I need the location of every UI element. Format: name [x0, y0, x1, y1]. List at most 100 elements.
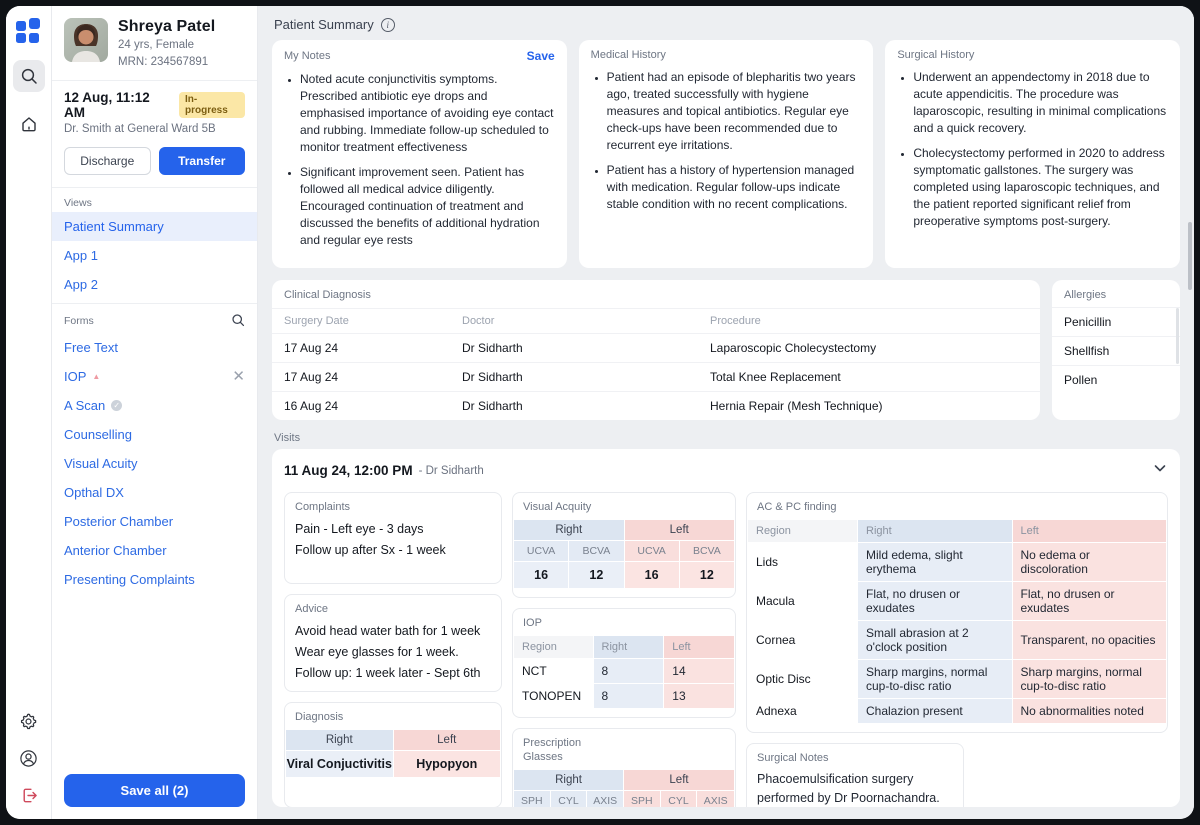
- acpc-right: Sharp margins, normal cup-to-disc ratio: [858, 660, 1013, 699]
- acpc-right: Mild edema, slight erythema: [858, 543, 1013, 582]
- table-row: TONOPEN 8 13: [514, 684, 735, 709]
- history-bullet: Patient had an episode of blepharitis tw…: [607, 69, 862, 154]
- close-icon[interactable]: ✕: [232, 369, 245, 384]
- cell-procedure: Hernia Repair (Mesh Technique): [698, 392, 1040, 421]
- va-subcol: UCVA: [624, 541, 679, 562]
- allergy-item: Pollen: [1052, 365, 1180, 394]
- surgical-history-title: Surgical History: [897, 49, 1168, 61]
- diagnosis-left-header: Left: [393, 730, 501, 751]
- acpc-region: Optic Disc: [748, 660, 858, 699]
- account-icon[interactable]: [19, 749, 38, 768]
- warning-icon: ▲: [92, 372, 100, 381]
- acpc-col-header: Right: [858, 520, 1013, 543]
- save-all-button[interactable]: Save all (2): [64, 774, 245, 807]
- home-icon[interactable]: [13, 108, 45, 140]
- cell-doctor: Dr Sidharth: [450, 363, 698, 392]
- view-item-patient-summary[interactable]: Patient Summary: [52, 212, 257, 241]
- app-window: Shreya Patel 24 yrs, Female MRN: 2345678…: [6, 6, 1194, 819]
- cell-doctor: Dr Sidharth: [450, 334, 698, 363]
- form-item-a-scan[interactable]: A Scan ✓: [52, 391, 257, 420]
- form-item-iop[interactable]: IOP ▲ ✕: [52, 362, 257, 391]
- acpc-left: Sharp margins, normal cup-to-disc ratio: [1012, 660, 1167, 699]
- save-notes-button[interactable]: Save: [527, 49, 555, 63]
- table-row: 17 Aug 24 Dr Sidharth Laparoscopic Chole…: [272, 334, 1040, 363]
- acpc-col-header: Region: [748, 520, 858, 543]
- advice-line: Avoid head water bath for 1 week: [295, 621, 491, 642]
- advice-line: Wear eye glasses for 1 week.: [295, 642, 491, 663]
- column-header: Procedure: [698, 309, 1040, 334]
- discharge-button[interactable]: Discharge: [64, 147, 151, 175]
- rx-subcol: AXIS: [587, 791, 624, 807]
- icon-rail: [6, 6, 52, 819]
- form-item-counselling[interactable]: Counselling: [52, 420, 257, 449]
- form-item-label: Free Text: [64, 340, 118, 355]
- cell-procedure: Total Knee Replacement: [698, 363, 1040, 392]
- va-left-header: Left: [624, 520, 735, 541]
- patient-name: Shreya Patel: [118, 18, 215, 36]
- view-item-label: Patient Summary: [64, 219, 164, 234]
- form-item-visual-acuity[interactable]: Visual Acuity: [52, 449, 257, 478]
- allergies-scrollbar[interactable]: [1176, 308, 1179, 364]
- history-bullet: Patient has a history of hypertension ma…: [607, 162, 862, 213]
- va-subcol: UCVA: [514, 541, 569, 562]
- va-subcol: BCVA: [569, 541, 624, 562]
- doctor-ward: Dr. Smith at General Ward 5B: [64, 123, 245, 135]
- iop-col-header: Left: [664, 636, 735, 659]
- patient-sidebar: Shreya Patel 24 yrs, Female MRN: 2345678…: [52, 6, 258, 819]
- table-row: NCT 8 14: [514, 659, 735, 684]
- form-item-label: Posterior Chamber: [64, 514, 173, 529]
- diagnosis-right-header: Right: [286, 730, 394, 751]
- advice-line: Follow up: 1 week later - Sept 6th: [295, 663, 491, 684]
- view-item-app1[interactable]: App 1: [52, 241, 257, 270]
- clinical-diagnosis-title: Clinical Diagnosis: [272, 280, 1040, 309]
- diagnosis-title: Diagnosis: [295, 711, 491, 723]
- settings-gear-icon[interactable]: [19, 712, 38, 731]
- admission-datetime: 12 Aug, 11:12 AM: [64, 90, 172, 120]
- complaint-line: Pain - Left eye - 3 days: [295, 519, 491, 540]
- diagnosis-right-value: Viral Conjuctivitis: [286, 751, 394, 778]
- cell-surgery-date: 17 Aug 24: [272, 334, 450, 363]
- rx-left-header: Left: [624, 770, 735, 791]
- table-row: 17 Aug 24 Dr Sidharth Total Knee Replace…: [272, 363, 1040, 392]
- form-item-presenting-complaints[interactable]: Presenting Complaints: [52, 565, 257, 594]
- acpc-left: Transparent, no opacities: [1012, 621, 1167, 660]
- form-item-free-text[interactable]: Free Text: [52, 333, 257, 362]
- form-item-label: Visual Acuity: [64, 456, 137, 471]
- surgical-notes-title: Surgical Notes: [757, 752, 953, 764]
- prescription-title: Prescription: [523, 737, 725, 749]
- acpc-region: Lids: [748, 543, 858, 582]
- logout-icon[interactable]: [19, 786, 38, 805]
- forms-search-icon[interactable]: [231, 313, 245, 330]
- views-section-label: Views: [52, 188, 257, 212]
- iop-title: IOP: [523, 617, 725, 629]
- allergies-card: Allergies Penicillin Shellfish Pollen: [1052, 280, 1180, 420]
- complaint-line: Follow up after Sx - 1 week: [295, 540, 491, 561]
- patient-age-sex: 24 yrs, Female: [118, 38, 215, 53]
- cell-doctor: Dr Sidharth: [450, 392, 698, 421]
- chevron-down-icon[interactable]: [1152, 460, 1168, 481]
- diagnosis-left-value: Hypopyon: [393, 751, 501, 778]
- patient-mrn: MRN: 234567891: [118, 55, 215, 70]
- form-item-posterior-chamber[interactable]: Posterior Chamber: [52, 507, 257, 536]
- acpc-region: Macula: [748, 582, 858, 621]
- cell-surgery-date: 17 Aug 24: [272, 363, 450, 392]
- page-scrollbar[interactable]: [1188, 222, 1192, 290]
- form-item-opthal-dx[interactable]: Opthal DX: [52, 478, 257, 507]
- visit-header[interactable]: 11 Aug 24, 12:00 PM - Dr Sidharth: [284, 460, 1168, 481]
- acpc-right: Small abrasion at 2 o'clock position: [858, 621, 1013, 660]
- va-subcol: BCVA: [679, 541, 734, 562]
- app-logo-icon[interactable]: [16, 18, 42, 44]
- ac-pc-title: AC & PC finding: [757, 501, 1157, 513]
- view-item-app2[interactable]: App 2: [52, 270, 257, 299]
- medical-history-title: Medical History: [591, 49, 862, 61]
- form-item-anterior-chamber[interactable]: Anterior Chamber: [52, 536, 257, 565]
- my-notes-title: My Notes: [284, 50, 330, 62]
- search-icon[interactable]: [13, 60, 45, 92]
- va-value: 12: [679, 562, 734, 589]
- transfer-button[interactable]: Transfer: [159, 147, 246, 175]
- history-bullet: Cholecystectomy performed in 2020 to add…: [913, 145, 1168, 230]
- va-value: 16: [514, 562, 569, 589]
- form-item-label: Counselling: [64, 427, 132, 442]
- info-icon[interactable]: i: [381, 18, 395, 32]
- rx-right-header: Right: [514, 770, 624, 791]
